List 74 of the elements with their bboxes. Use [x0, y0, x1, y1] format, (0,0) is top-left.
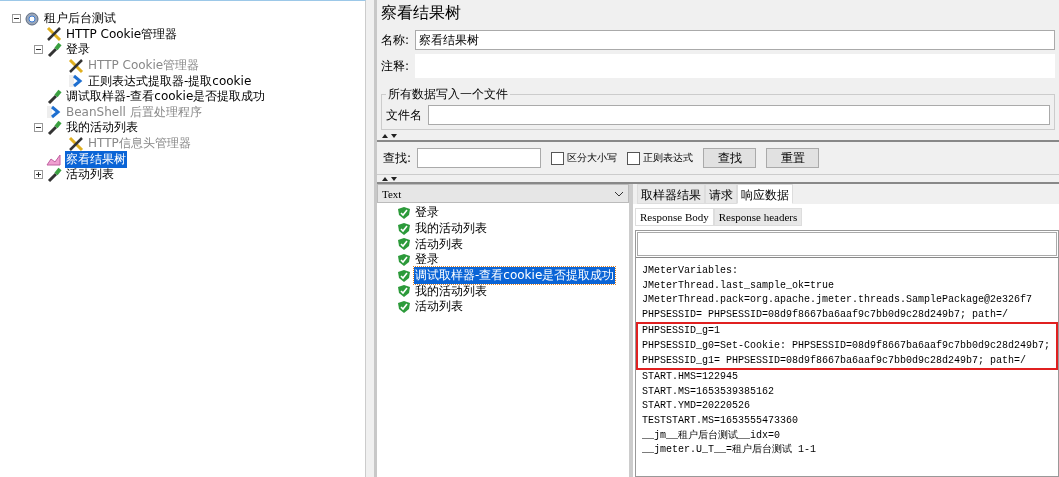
result-item[interactable]: 活动列表: [414, 235, 464, 253]
tree-item[interactable]: 察看结果树: [65, 150, 127, 168]
chevron-down-icon: [614, 190, 624, 197]
collapse-toggle-icon[interactable]: [34, 123, 43, 133]
result-item[interactable]: 调试取样器-查看cookie是否提取成功: [414, 267, 616, 285]
field-label: 注释:: [381, 57, 410, 75]
response-line: JMeterThread.last_sample_ok=true: [642, 278, 836, 293]
result-item[interactable]: 登录: [414, 251, 440, 269]
response-line: __jmeter.U_T__=租户后台测试 1-1: [642, 443, 818, 458]
response-line: START.HMS=122945: [642, 370, 739, 385]
gear-icon: [24, 10, 40, 27]
wrench-screwdriver-icon: [68, 135, 84, 152]
splitter-arrows-icon[interactable]: [381, 175, 398, 182]
check-shield-icon: [397, 299, 411, 314]
result-item[interactable]: 活动列表: [414, 298, 464, 316]
search-field[interactable]: [417, 148, 542, 168]
response-line: PHPSESSID_g0=Set-Cookie: PHPSESSID=08d9f8667ba6aaf9c7bb0d9c28d249b7;: [642, 338, 1052, 353]
result-item[interactable]: 我的活动列表: [414, 220, 488, 238]
action-button[interactable]: 重置: [766, 148, 820, 168]
tree-item[interactable]: 活动列表: [65, 166, 115, 184]
search-field[interactable]: [637, 232, 1057, 256]
search-label: 查找:: [383, 149, 412, 167]
arrow-icon: [68, 73, 84, 90]
tab[interactable]: Response headers: [713, 208, 803, 226]
dropper-icon: [46, 119, 62, 136]
name-field[interactable]: 察看结果树: [415, 30, 1055, 50]
wrench-screwdriver-icon: [46, 26, 62, 43]
filename-field[interactable]: [428, 105, 1050, 125]
dropdown-value: Text: [382, 187, 402, 200]
response-line: JMeterThread.pack=org.apache.jmeter.threads.SamplePackage@2e326f7: [642, 293, 1034, 308]
field-label: 名称:: [381, 31, 410, 49]
tree-item[interactable]: HTTP Cookie管理器: [65, 25, 179, 43]
tree-item[interactable]: 调试取样器-查看cookie是否提取成功: [65, 88, 267, 106]
response-line: START.YMD=20220526: [642, 399, 752, 414]
action-button[interactable]: 查找: [703, 148, 757, 168]
check-shield-icon: [397, 237, 411, 252]
panel-title: 察看结果树: [380, 2, 462, 24]
response-line: PHPSESSID_g=1: [642, 324, 721, 339]
checkbox-label: 区分大小写: [567, 151, 618, 165]
tree-item[interactable]: 我的活动列表: [65, 119, 139, 137]
wrench-screwdriver-icon: [68, 57, 84, 74]
tab[interactable]: Response Body: [635, 208, 714, 226]
checkbox[interactable]: [551, 151, 565, 165]
response-line: JMeterVariables:: [642, 264, 739, 278]
tree-item[interactable]: 正则表达式提取器-提取cookie: [87, 72, 253, 90]
check-shield-icon: [397, 221, 411, 236]
response-line: PHPSESSID= PHPSESSID=08d9f8667ba6aaf9c7bb0d9c28d249b7; path=/: [642, 307, 1010, 322]
dropper-icon: [46, 88, 62, 105]
renderer-dropdown[interactable]: Text: [377, 184, 629, 203]
collapse-toggle-icon[interactable]: [34, 45, 43, 55]
checkbox-label: 正则表达式: [643, 151, 694, 165]
response-line: __jm__租户后台测试__idx=0: [642, 428, 781, 443]
dropper-icon: [46, 42, 62, 58]
result-item[interactable]: 我的活动列表: [414, 282, 488, 300]
tab[interactable]: 取样器结果: [637, 184, 705, 204]
result-item[interactable]: 登录: [414, 204, 440, 222]
checkbox[interactable]: [627, 151, 641, 165]
check-shield-icon: [397, 268, 411, 283]
response-line: START.MS=1653539385162: [642, 384, 776, 399]
check-shield-icon: [397, 284, 411, 299]
field-label: 文件名: [386, 106, 422, 124]
arrow-icon: [46, 104, 62, 121]
tab[interactable]: 响应数据: [737, 184, 793, 204]
collapse-toggle-icon[interactable]: [12, 14, 21, 24]
splitter-arrows-icon[interactable]: [381, 132, 398, 139]
response-line: PHPSESSID_g1= PHPSESSID=08d9f8667ba6aaf9c7bb0d9c28d249b7; path=/: [642, 353, 1028, 368]
check-shield-icon: [397, 252, 411, 267]
dropper-icon: [46, 166, 62, 183]
response-line: TESTSTART.MS=1653555473360: [642, 413, 800, 428]
tab[interactable]: 请求: [705, 184, 737, 204]
expand-toggle-icon[interactable]: [34, 170, 43, 180]
tree-item[interactable]: 租户后台测试: [43, 10, 117, 28]
tree-item[interactable]: 登录: [65, 41, 91, 59]
group-title: 所有数据写入一个文件: [387, 86, 509, 103]
